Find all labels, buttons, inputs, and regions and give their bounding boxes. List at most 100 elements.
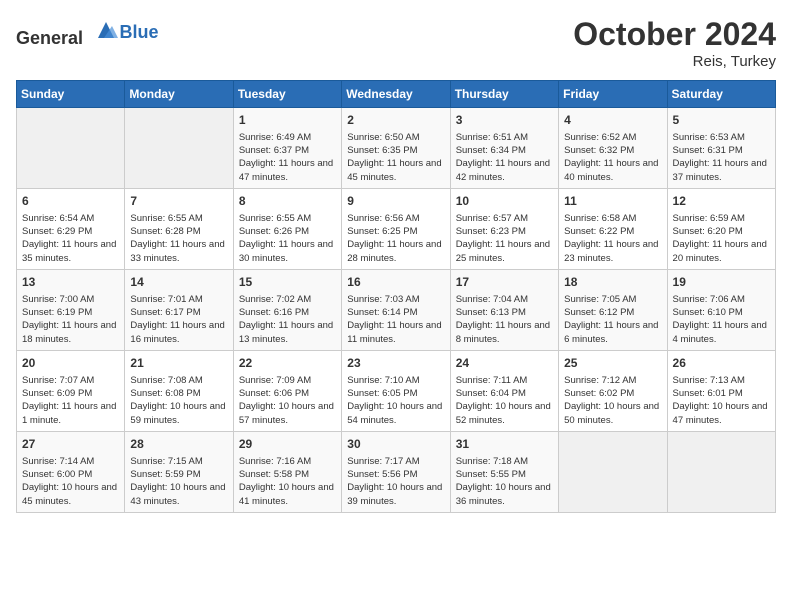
day-number: 28 [130,436,227,453]
header-row: SundayMondayTuesdayWednesdayThursdayFrid… [17,81,776,108]
calendar-cell: 15 Sunrise: 7:02 AM Sunset: 6:16 PM Dayli… [233,269,341,350]
day-number: 9 [347,193,444,210]
day-info: Sunrise: 6:49 AM Sunset: 6:37 PM Dayligh… [239,131,336,184]
calendar-cell: 31Sunrise: 7:18 AM Sunset: 5:55 PM Dayli… [450,431,558,512]
day-number: 16 [347,274,444,291]
day-number: 30 [347,436,444,453]
week-row-5: 27Sunrise: 7:14 AM Sunset: 6:00 PM Dayli… [17,431,776,512]
calendar-cell: 4 Sunrise: 6:52 AM Sunset: 6:32 PM Daylig… [559,108,667,189]
header-wednesday: Wednesday [342,81,450,108]
day-info: Sunrise: 7:17 AM Sunset: 5:56 PM Dayligh… [347,455,444,508]
day-number: 22 [239,355,336,372]
calendar-cell: 20Sunrise: 7:07 AM Sunset: 6:09 PM Dayli… [17,350,125,431]
calendar-cell: 3 Sunrise: 6:51 AM Sunset: 6:34 PM Daylig… [450,108,558,189]
logo-icon [92,16,120,44]
title-section: October 2024 Reis, Turkey [573,16,776,70]
calendar-cell [667,431,775,512]
day-info: Sunrise: 6:50 AM Sunset: 6:35 PM Dayligh… [347,131,444,184]
day-info: Sunrise: 7:08 AM Sunset: 6:08 PM Dayligh… [130,374,227,427]
calendar-cell: 18 Sunrise: 7:05 AM Sunset: 6:12 PM Dayli… [559,269,667,350]
calendar-cell: 26Sunrise: 7:13 AM Sunset: 6:01 PM Dayli… [667,350,775,431]
day-info: Sunrise: 7:02 AM Sunset: 6:16 PM Dayligh… [239,293,336,346]
day-info: Sunrise: 6:55 AM Sunset: 6:26 PM Dayligh… [239,212,336,265]
header-tuesday: Tuesday [233,81,341,108]
day-number: 8 [239,193,336,210]
calendar-cell: 12Sunrise: 6:59 AM Sunset: 6:20 PM Dayli… [667,188,775,269]
day-number: 17 [456,274,553,291]
location: Reis, Turkey [573,53,776,70]
calendar-cell: 30 Sunrise: 7:17 AM Sunset: 5:56 PM Dayli… [342,431,450,512]
calendar-cell: 21 Sunrise: 7:08 AM Sunset: 6:08 PM Dayli… [125,350,233,431]
day-number: 11 [564,193,661,210]
day-info: Sunrise: 7:15 AM Sunset: 5:59 PM Dayligh… [130,455,227,508]
day-info: Sunrise: 7:09 AM Sunset: 6:06 PM Dayligh… [239,374,336,427]
day-number: 6 [22,193,119,210]
calendar-cell: 29 Sunrise: 7:16 AM Sunset: 5:58 PM Dayli… [233,431,341,512]
day-info: Sunrise: 6:56 AM Sunset: 6:25 PM Dayligh… [347,212,444,265]
calendar-cell: 17 Sunrise: 7:04 AM Sunset: 6:13 PM Dayli… [450,269,558,350]
calendar-cell: 7Sunrise: 6:55 AM Sunset: 6:28 PM Daylig… [125,188,233,269]
calendar-header: SundayMondayTuesdayWednesdayThursdayFrid… [17,81,776,108]
day-number: 21 [130,355,227,372]
calendar-body: 1 Sunrise: 6:49 AM Sunset: 6:37 PM Daylig… [17,108,776,513]
calendar-cell: 16 Sunrise: 7:03 AM Sunset: 6:14 PM Dayli… [342,269,450,350]
header-monday: Monday [125,81,233,108]
day-info: Sunrise: 7:11 AM Sunset: 6:04 PM Dayligh… [456,374,553,427]
day-number: 25 [564,355,661,372]
day-info: Sunrise: 7:10 AM Sunset: 6:05 PM Dayligh… [347,374,444,427]
calendar-cell: 11Sunrise: 6:58 AM Sunset: 6:22 PM Dayli… [559,188,667,269]
day-number: 15 [239,274,336,291]
day-info: Sunrise: 6:51 AM Sunset: 6:34 PM Dayligh… [456,131,553,184]
header-friday: Friday [559,81,667,108]
day-number: 1 [239,112,336,129]
day-number: 27 [22,436,119,453]
day-number: 3 [456,112,553,129]
day-number: 4 [564,112,661,129]
day-number: 19 [673,274,770,291]
calendar-cell [125,108,233,189]
calendar-cell: 19 Sunrise: 7:06 AM Sunset: 6:10 PM Dayli… [667,269,775,350]
calendar-cell: 8 Sunrise: 6:55 AM Sunset: 6:26 PM Daylig… [233,188,341,269]
calendar-cell: 10 Sunrise: 6:57 AM Sunset: 6:23 PM Dayli… [450,188,558,269]
day-number: 29 [239,436,336,453]
day-info: Sunrise: 7:04 AM Sunset: 6:13 PM Dayligh… [456,293,553,346]
day-info: Sunrise: 7:06 AM Sunset: 6:10 PM Dayligh… [673,293,770,346]
week-row-4: 20Sunrise: 7:07 AM Sunset: 6:09 PM Dayli… [17,350,776,431]
calendar-cell: 14Sunrise: 7:01 AM Sunset: 6:17 PM Dayli… [125,269,233,350]
calendar-table: SundayMondayTuesdayWednesdayThursdayFrid… [16,80,776,513]
calendar-cell [559,431,667,512]
calendar-cell: 24Sunrise: 7:11 AM Sunset: 6:04 PM Dayli… [450,350,558,431]
day-number: 26 [673,355,770,372]
day-number: 18 [564,274,661,291]
logo-general: General [16,28,83,48]
calendar-cell: 9 Sunrise: 6:56 AM Sunset: 6:25 PM Daylig… [342,188,450,269]
day-number: 23 [347,355,444,372]
logo-blue: Blue [120,22,159,42]
day-info: Sunrise: 6:52 AM Sunset: 6:32 PM Dayligh… [564,131,661,184]
calendar-cell: 25 Sunrise: 7:12 AM Sunset: 6:02 PM Dayli… [559,350,667,431]
header-thursday: Thursday [450,81,558,108]
day-info: Sunrise: 6:54 AM Sunset: 6:29 PM Dayligh… [22,212,119,265]
calendar-cell: 22 Sunrise: 7:09 AM Sunset: 6:06 PM Dayli… [233,350,341,431]
logo: General Blue [16,16,159,49]
day-info: Sunrise: 7:05 AM Sunset: 6:12 PM Dayligh… [564,293,661,346]
day-info: Sunrise: 6:57 AM Sunset: 6:23 PM Dayligh… [456,212,553,265]
header-sunday: Sunday [17,81,125,108]
day-number: 5 [673,112,770,129]
day-info: Sunrise: 6:59 AM Sunset: 6:20 PM Dayligh… [673,212,770,265]
day-info: Sunrise: 7:01 AM Sunset: 6:17 PM Dayligh… [130,293,227,346]
day-info: Sunrise: 7:18 AM Sunset: 5:55 PM Dayligh… [456,455,553,508]
day-info: Sunrise: 7:03 AM Sunset: 6:14 PM Dayligh… [347,293,444,346]
day-info: Sunrise: 6:55 AM Sunset: 6:28 PM Dayligh… [130,212,227,265]
day-number: 10 [456,193,553,210]
page-header: General Blue October 2024 Reis, Turkey [16,16,776,70]
week-row-3: 13Sunrise: 7:00 AM Sunset: 6:19 PM Dayli… [17,269,776,350]
day-number: 13 [22,274,119,291]
calendar-cell: 23 Sunrise: 7:10 AM Sunset: 6:05 PM Dayli… [342,350,450,431]
day-info: Sunrise: 7:16 AM Sunset: 5:58 PM Dayligh… [239,455,336,508]
calendar-cell: 13Sunrise: 7:00 AM Sunset: 6:19 PM Dayli… [17,269,125,350]
month-title: October 2024 [573,16,776,53]
header-saturday: Saturday [667,81,775,108]
day-info: Sunrise: 7:12 AM Sunset: 6:02 PM Dayligh… [564,374,661,427]
calendar-cell: 1 Sunrise: 6:49 AM Sunset: 6:37 PM Daylig… [233,108,341,189]
